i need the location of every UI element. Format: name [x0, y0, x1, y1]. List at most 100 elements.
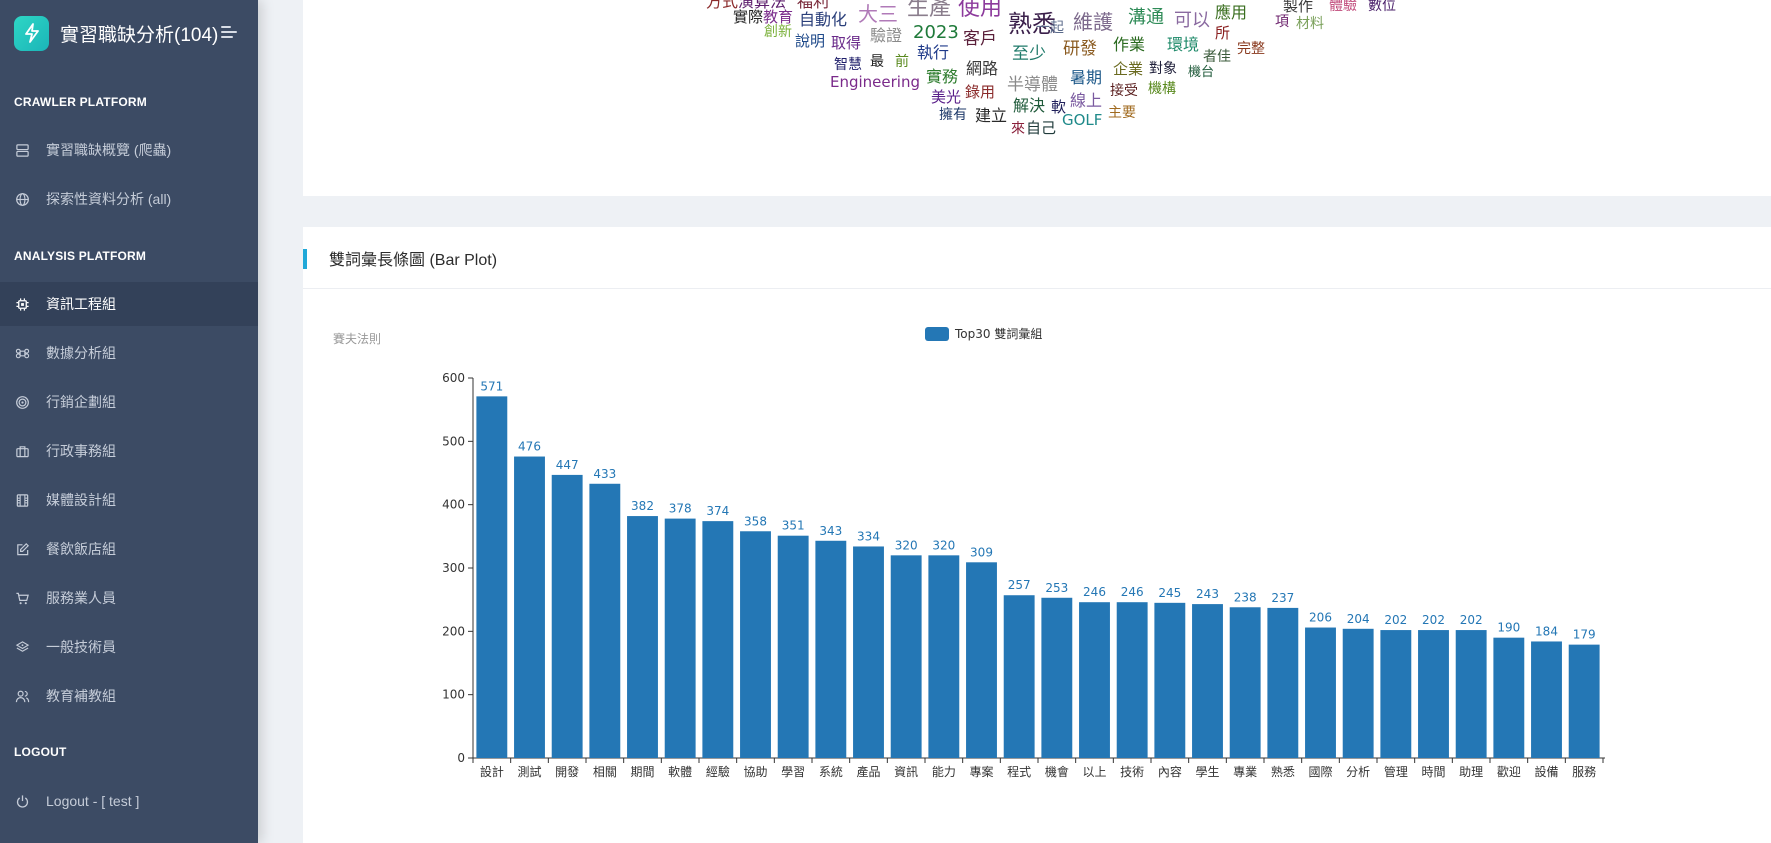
sidebar-item-1-0[interactable]: 資訊工程組 — [0, 282, 258, 326]
bar-value-label: 476 — [518, 440, 541, 454]
bar-時間 — [1418, 630, 1449, 758]
sidebar-item-1-8[interactable]: 教育補教組 — [0, 674, 258, 718]
bar-value-label: 320 — [895, 538, 918, 552]
sidebar-item-label: 數據分析組 — [46, 345, 116, 361]
bar-value-label: 204 — [1347, 612, 1370, 626]
sidebar-item-1-3[interactable]: 行政事務組 — [0, 429, 258, 473]
bar-chart: 賽夫法則 Top30 雙詞彙組 0 100 200 300 400 500 600 571 設計 47… — [333, 326, 1605, 779]
bar-設備 — [1531, 641, 1562, 758]
briefcase-icon — [14, 443, 30, 459]
sidebar-item-label: 教育補教組 — [46, 688, 116, 704]
wordcloud-word: 使用 — [958, 0, 1003, 21]
x-tick-label: 專案 — [969, 764, 993, 779]
bar-value-label: 206 — [1309, 611, 1332, 625]
x-tick-label: 以上 — [1082, 765, 1106, 779]
x-tick-label: 時間 — [1421, 765, 1445, 779]
sidebar-item-2-0[interactable]: Logout - [ test ] — [0, 779, 258, 823]
x-tick-label: 服務 — [1572, 765, 1596, 779]
bar-管理 — [1380, 630, 1412, 758]
bar-plot-card: 雙詞彙長條圖 (Bar Plot) 賽夫法則 Top30 雙詞彙組 0 100 200 3… — [303, 227, 1771, 843]
wordcloud-word: 暑期 — [1070, 68, 1103, 87]
x-tick-label: 設計 — [480, 764, 504, 779]
wordcloud-word: 實務 — [926, 67, 959, 86]
section-title-analysis-platform: ANALYSIS PLATFORM — [14, 249, 147, 263]
sidebar-item-1-6[interactable]: 服務業人員 — [0, 576, 258, 620]
bar-服務 — [1568, 644, 1600, 758]
section-title-logout: LOGOUT — [14, 745, 67, 759]
x-tick-label: 能力 — [932, 765, 956, 779]
legend-swatch — [925, 327, 949, 341]
x-tick-label: 分析 — [1346, 765, 1370, 779]
sidebar-item-1-4[interactable]: 媒體設計組 — [0, 478, 258, 522]
brand: 實習職缺分析(104) — [0, 0, 258, 66]
lightning-logo-icon — [14, 15, 49, 51]
x-tick-label: 熟悉 — [1271, 764, 1295, 779]
sidebar-item-0-1[interactable]: 探索性資料分析 (all) — [0, 177, 258, 221]
x-tick-label: 助理 — [1459, 765, 1483, 779]
sidebar-item-1-7[interactable]: 一般技術員 — [0, 625, 258, 669]
bar-value-label: 358 — [744, 514, 767, 528]
bar-分析 — [1342, 628, 1374, 758]
x-tick-label: 協助 — [743, 764, 767, 779]
wordcloud-word: 體驗 — [1329, 0, 1357, 14]
wordcloud-word: 客戶 — [963, 29, 997, 49]
power-icon — [14, 793, 30, 809]
wordcloud-word: 至少 — [1012, 44, 1046, 64]
wordcloud-word: 材料 — [1296, 16, 1324, 32]
bar-value-label: 343 — [819, 524, 842, 538]
bar-value-label: 202 — [1460, 613, 1483, 627]
wordcloud-word: 接受 — [1110, 83, 1138, 99]
sidebar-item-label: 一般技術員 — [46, 639, 116, 655]
bar-學習 — [777, 535, 809, 758]
bar-value-label: 334 — [857, 529, 880, 543]
x-tick-label: 系統 — [819, 765, 843, 779]
wordcloud-word: 自動化 — [799, 10, 848, 29]
bar-資訊 — [890, 555, 922, 758]
x-tick-label: 技術 — [1120, 765, 1144, 779]
wordcloud-word: 最 — [870, 54, 884, 70]
x-tick-label: 測試 — [517, 764, 541, 779]
wordcloud-word: 生產 — [907, 0, 952, 21]
sidebar-item-label: 媒體設計組 — [46, 492, 116, 508]
wordcloud-word: 製作 — [1283, 0, 1314, 15]
x-tick-label: 管理 — [1384, 764, 1408, 779]
sidebar-item-1-5[interactable]: 餐飲飯店組 — [0, 527, 258, 571]
x-tick-label: 開發 — [555, 764, 579, 779]
film-icon — [14, 492, 30, 508]
bar-機會 — [1041, 597, 1073, 758]
x-tick-label: 歡迎 — [1497, 764, 1521, 779]
bar-程式 — [1003, 595, 1035, 758]
sidebar-item-label: 行政事務組 — [46, 443, 116, 459]
sidebar-item-0-0[interactable]: 實習職缺概覽 (爬蟲) — [0, 128, 258, 172]
bar-以上 — [1079, 602, 1110, 758]
globe-icon — [14, 191, 30, 207]
y-tick-label: 600 — [442, 371, 465, 385]
sidebar-item-label: 服務業人員 — [46, 590, 116, 606]
wordcloud-word: 擁有 — [939, 107, 967, 123]
x-tick-label: 內容 — [1158, 764, 1182, 779]
bar-value-label: 246 — [1083, 585, 1106, 599]
bar-相關 — [589, 483, 621, 758]
wordcloud-word: 取得 — [831, 34, 862, 52]
x-tick-label: 學生 — [1195, 765, 1219, 779]
sidebar-item-1-2[interactable]: 行銷企劃組 — [0, 380, 258, 424]
sidebar-item-label: 餐飲飯店組 — [46, 541, 116, 557]
wordcloud-word: Engineering — [830, 73, 920, 91]
wordcloud-word: 項 — [1275, 14, 1289, 30]
y-tick-label: 300 — [442, 561, 465, 575]
wordcloud-word: 大三 — [858, 2, 898, 26]
x-tick-label: 專業 — [1233, 765, 1257, 779]
menu-toggle-icon[interactable] — [221, 26, 237, 40]
bar-value-label: 374 — [706, 504, 729, 518]
bar-助理 — [1455, 630, 1487, 758]
wordcloud-word: 數位 — [1368, 0, 1396, 14]
section-title-crawler-platform: CRAWLER PLATFORM — [14, 95, 147, 109]
wordcloud-word: 福利 — [797, 0, 830, 11]
wordcloud-word: 實際 — [733, 8, 764, 26]
x-tick-label: 設備 — [1534, 764, 1558, 779]
bar-經驗 — [702, 521, 734, 758]
sidebar-item-1-1[interactable]: 數據分析組 — [0, 331, 258, 375]
wordcloud-word: 自己 — [1026, 119, 1057, 137]
wordcloud-word: 應用 — [1215, 3, 1248, 22]
wordcloud-word: 執行 — [917, 43, 950, 62]
